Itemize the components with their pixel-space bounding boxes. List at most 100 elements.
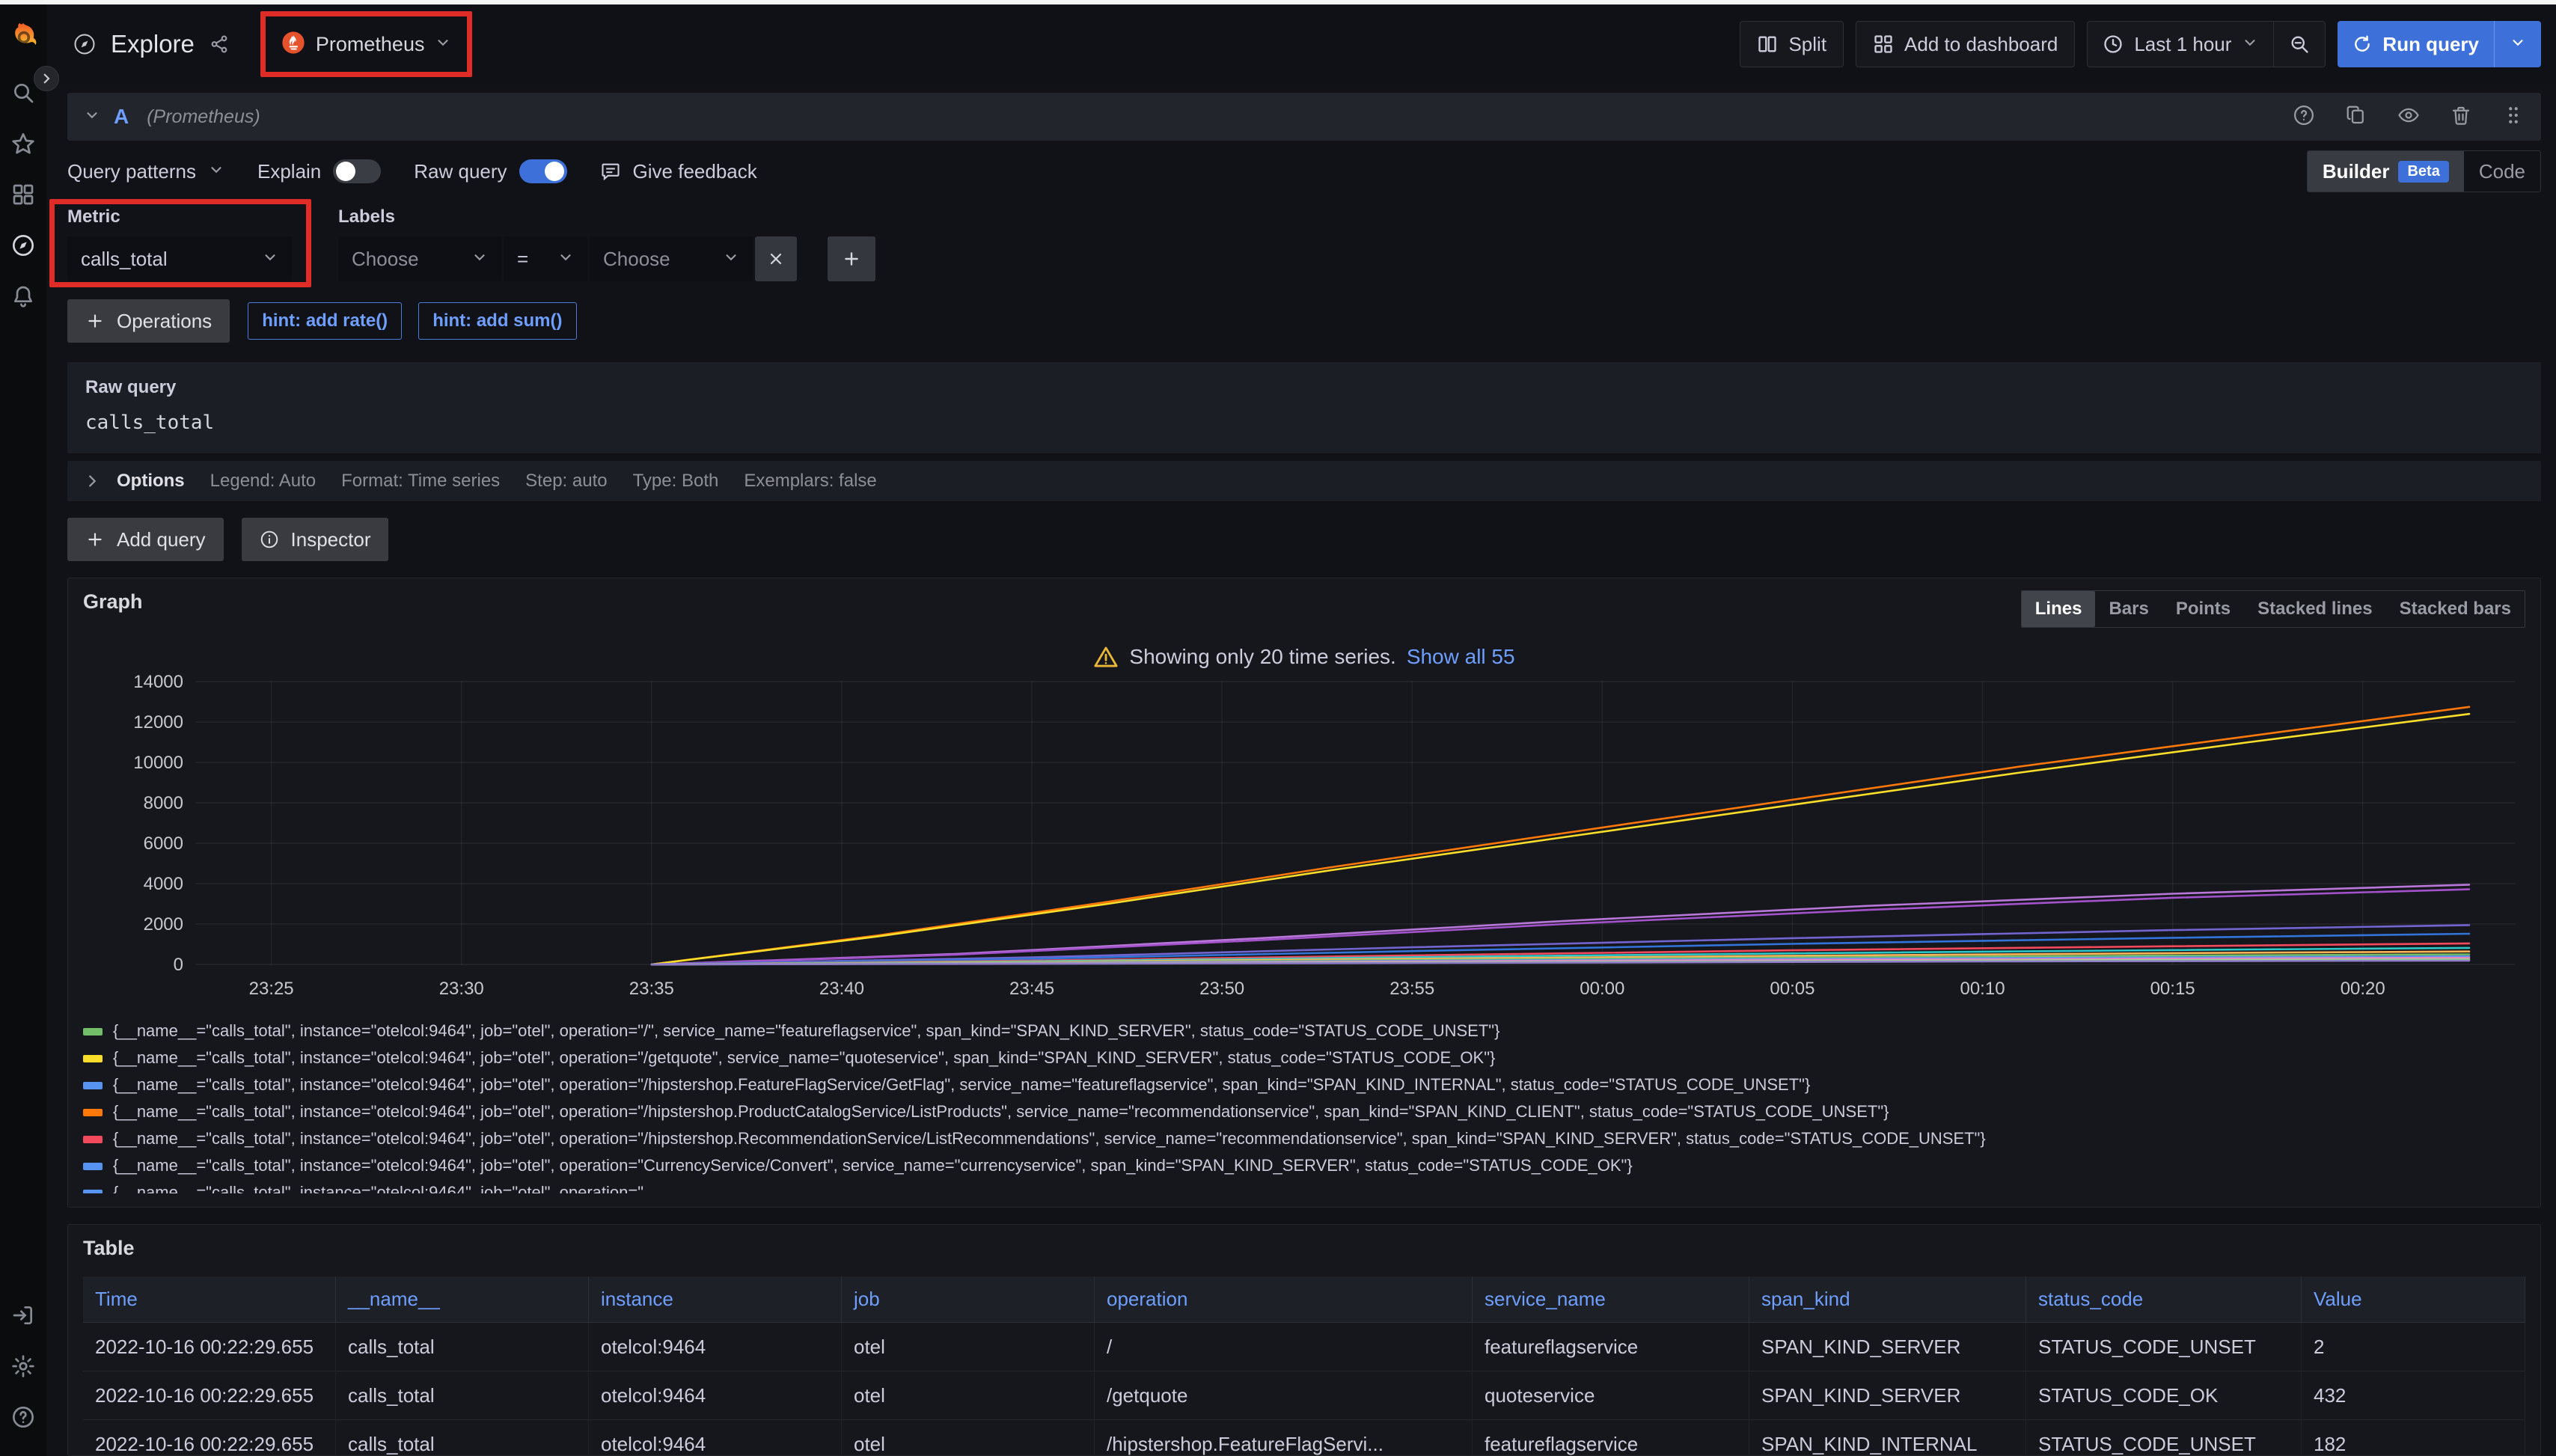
duplicate-query-icon[interactable]	[2345, 104, 2367, 130]
timeseries-chart[interactable]: 0200040006000800010000120001400023:2523:…	[83, 673, 2525, 1017]
legend-item[interactable]: {__name__="calls_total", instance="otelc…	[83, 1156, 2525, 1183]
builder-mode-tab[interactable]: Builder Beta	[2308, 151, 2464, 192]
table-header-service-name[interactable]: service_name	[1473, 1276, 1749, 1323]
sidebar-expand-button[interactable]	[34, 66, 59, 91]
labels-label: Labels	[338, 207, 875, 227]
y-axis-tick-label: 6000	[144, 833, 183, 854]
info-circle-icon	[260, 530, 279, 549]
table-header-job[interactable]: job	[842, 1276, 1095, 1323]
prometheus-logo-icon	[281, 31, 305, 58]
table-cell: 182	[2302, 1420, 2525, 1456]
clock-icon	[2103, 34, 2124, 55]
collapse-chevron-icon[interactable]	[84, 107, 100, 127]
table-header-operation[interactable]: operation	[1095, 1276, 1473, 1323]
query-hint-button[interactable]: hint: add sum()	[418, 302, 576, 340]
x-axis-tick-label: 23:55	[1389, 979, 1434, 999]
chevron-down-icon	[2510, 33, 2526, 56]
explain-toggle[interactable]	[333, 159, 381, 183]
graph-legend: {__name__="calls_total", instance="otelc…	[83, 1021, 2525, 1195]
hide-response-eye-icon[interactable]	[2397, 104, 2420, 130]
alerting-icon[interactable]	[10, 284, 36, 309]
table-header-value[interactable]: Value	[2302, 1276, 2525, 1323]
time-range-picker[interactable]: Last 1 hour	[2088, 22, 2273, 67]
add-to-dashboard-button[interactable]: Add to dashboard	[1856, 21, 2075, 67]
zoom-out-time-button[interactable]	[2274, 22, 2325, 67]
table-header-span-kind[interactable]: span_kind	[1749, 1276, 2026, 1323]
starred-icon[interactable]	[10, 131, 36, 156]
graph-mode-stacked-bars[interactable]: Stacked bars	[2386, 591, 2525, 627]
query-row-header[interactable]: A (Prometheus)	[67, 93, 2541, 141]
explain-label: Explain	[257, 160, 321, 183]
search-icon[interactable]	[10, 80, 36, 105]
code-mode-tab[interactable]: Code	[2464, 151, 2540, 192]
legend-series-swatch	[83, 1163, 103, 1170]
graph-mode-toggle: LinesBarsPointsStacked linesStacked bars	[2021, 590, 2525, 628]
legend-item[interactable]: {__name__="calls_total", instance="otelc…	[83, 1102, 2525, 1129]
legend-item[interactable]: {__name__="calls_total", instance="otelc…	[83, 1183, 2525, 1193]
query-option-summary: Exemplars: false	[744, 471, 876, 492]
y-axis-tick-label: 8000	[144, 793, 183, 813]
label-value-select[interactable]: Choose	[590, 236, 753, 281]
legend-item[interactable]: {__name__="calls_total", instance="otelc…	[83, 1048, 2525, 1075]
share-icon[interactable]	[210, 34, 229, 54]
add-operation-button[interactable]: Operations	[67, 299, 230, 343]
label-name-select[interactable]: Choose	[338, 236, 501, 281]
chevron-down-icon	[557, 248, 574, 271]
metric-select[interactable]: calls_total	[67, 236, 292, 281]
raw-query-toggle[interactable]	[519, 159, 567, 183]
graph-mode-points[interactable]: Points	[2162, 591, 2244, 627]
table-cell: otel	[842, 1323, 1095, 1371]
remove-query-trash-icon[interactable]	[2450, 104, 2472, 130]
dashboards-icon[interactable]	[10, 182, 36, 207]
series-limit-warning: Showing only 20 time series. Show all 55	[83, 644, 2525, 670]
graph-mode-lines[interactable]: Lines	[2022, 591, 2096, 627]
legend-series-label: {__name__="calls_total", instance="otelc…	[113, 1156, 1633, 1175]
grafana-logo[interactable]	[7, 21, 40, 54]
remove-label-filter-button[interactable]	[755, 236, 797, 281]
legend-item[interactable]: {__name__="calls_total", instance="otelc…	[83, 1075, 2525, 1102]
drag-handle-icon[interactable]	[2502, 104, 2525, 130]
x-axis-tick-label: 23:45	[1009, 979, 1054, 999]
raw-query-preview: Raw query calls_total	[67, 362, 2541, 453]
table-header-status-code[interactable]: status_code	[2026, 1276, 2302, 1323]
table-header---name--[interactable]: __name__	[336, 1276, 589, 1323]
chevron-down-icon	[2242, 33, 2258, 56]
table-panel: Table Time__name__instancejoboperationse…	[67, 1224, 2541, 1456]
add-label-filter-button[interactable]	[828, 236, 875, 281]
x-axis-tick-label: 23:25	[249, 979, 294, 999]
legend-item[interactable]: {__name__="calls_total", instance="otelc…	[83, 1021, 2525, 1048]
chevron-down-icon	[208, 160, 224, 183]
graph-mode-stacked-lines[interactable]: Stacked lines	[2244, 591, 2385, 627]
plus-icon	[85, 311, 105, 331]
legend-item[interactable]: {__name__="calls_total", instance="otelc…	[83, 1129, 2525, 1156]
chevron-down-icon	[262, 248, 278, 271]
explore-icon[interactable]	[10, 233, 36, 258]
y-axis-tick-label: 2000	[144, 914, 183, 935]
settings-gear-icon[interactable]	[10, 1353, 36, 1379]
legend-series-label: {__name__="calls_total", instance="otelc…	[113, 1048, 1495, 1068]
help-icon[interactable]	[10, 1404, 36, 1430]
query-patterns-dropdown[interactable]: Query patterns	[67, 160, 224, 183]
label-operator-select[interactable]: =	[504, 236, 587, 281]
x-axis-tick-label: 23:50	[1199, 979, 1244, 999]
table-header-time[interactable]: Time	[83, 1276, 336, 1323]
table-header-instance[interactable]: instance	[589, 1276, 842, 1323]
graph-mode-bars[interactable]: Bars	[2095, 591, 2162, 627]
give-feedback-link[interactable]: Give feedback	[600, 160, 757, 183]
query-help-icon[interactable]	[2293, 104, 2315, 130]
add-query-button[interactable]: Add query	[67, 518, 224, 561]
inspector-button[interactable]: Inspector	[242, 518, 389, 561]
table-cell: /getquote	[1095, 1371, 1473, 1420]
sign-in-icon[interactable]	[10, 1303, 36, 1328]
x-axis-tick-label: 00:20	[2341, 979, 2385, 999]
query-hint-button[interactable]: hint: add rate()	[248, 302, 402, 340]
show-all-series-link[interactable]: Show all 55	[1407, 645, 1515, 669]
y-axis-tick-label: 14000	[133, 673, 183, 692]
query-options-row[interactable]: Options Legend: AutoFormat: Time seriesS…	[67, 461, 2541, 501]
datasource-picker[interactable]: Prometheus	[274, 22, 459, 67]
table-cell: otelcol:9464	[589, 1420, 842, 1456]
table-cell: calls_total	[336, 1371, 589, 1420]
split-button[interactable]: Split	[1740, 21, 1844, 67]
run-query-dropdown[interactable]	[2495, 21, 2541, 67]
run-query-button[interactable]: Run query	[2338, 21, 2541, 67]
